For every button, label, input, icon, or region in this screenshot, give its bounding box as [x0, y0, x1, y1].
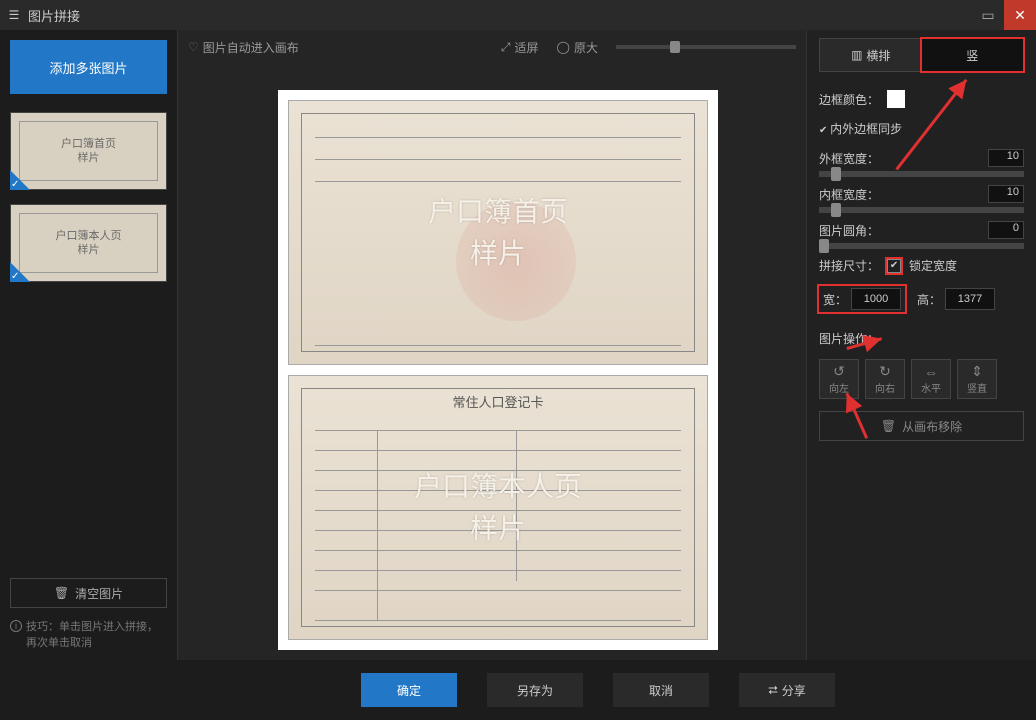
ok-button[interactable]: 确定	[361, 673, 457, 707]
auto-canvas-toggle[interactable]: ♡ 图片自动进入画布	[188, 39, 299, 56]
minimize-button[interactable]: ▭	[972, 0, 1004, 30]
fit-icon: ⤢	[501, 40, 511, 55]
inner-width-value: 10	[988, 185, 1024, 203]
thumbnail-1[interactable]: 户口簿首页 样片	[10, 112, 167, 190]
remove-from-canvas-button[interactable]: 🗑 从画布移除	[819, 411, 1024, 441]
thumbnail-2[interactable]: 户口簿本人页 样片	[10, 204, 167, 282]
flip-v-icon: ⇕	[971, 363, 983, 380]
add-images-button[interactable]: 添加多张图片	[10, 40, 167, 94]
border-sync-checkbox[interactable]: 内外边框同步	[819, 120, 1024, 137]
image-ops-label: 图片操作：	[819, 330, 1024, 347]
border-color-swatch[interactable]	[887, 90, 905, 108]
canvas-image-1[interactable]: 户口簿首页 样片	[288, 100, 708, 365]
canvas[interactable]: 户口簿首页 样片 常住人口登记卡	[278, 90, 718, 650]
columns-icon: ▥	[851, 48, 862, 62]
share-button[interactable]: ⮂ 分享	[739, 673, 835, 707]
flip-h-icon: ⇔	[924, 364, 938, 380]
heart-icon: ♡	[188, 40, 199, 54]
original-size-button[interactable]: ◯ 原大	[557, 39, 598, 56]
radius-value: 0	[988, 221, 1024, 239]
center-toolbar: ♡ 图片自动进入画布 ⤢ 适屏 ◯ 原大	[178, 30, 806, 64]
share-icon: ⮂	[768, 683, 778, 698]
lock-width-label: 锁定宽度	[909, 257, 957, 274]
border-color-row: 边框颜色：	[819, 90, 1024, 108]
canvas-panel: ♡ 图片自动进入画布 ⤢ 适屏 ◯ 原大	[178, 30, 806, 660]
inner-width-slider[interactable]: 内框宽度： 10	[819, 185, 1024, 213]
app-icon: ☰	[6, 7, 22, 23]
layout-buttons: ▥ 横排 竖	[819, 38, 1024, 72]
trash-icon: 🗑	[54, 586, 69, 600]
save-as-button[interactable]: 另存为	[487, 673, 583, 707]
clear-images-button[interactable]: 🗑 清空图片	[10, 578, 167, 608]
thumbnail-2-label: 户口簿本人页 样片	[56, 229, 122, 258]
info-icon: i	[10, 620, 22, 632]
width-label: 宽：	[823, 291, 847, 308]
left-panel: 添加多张图片 户口簿首页 样片 户口簿本人页 样片 🗑 清空图片 i 技巧：单击…	[0, 30, 178, 660]
border-color-label: 边框颜色：	[819, 91, 879, 108]
window-title: 图片拼接	[28, 6, 80, 25]
radius-slider[interactable]: 图片圆角： 0	[819, 221, 1024, 249]
tip-text: i 技巧：单击图片进入拼接，再次单击取消	[10, 618, 167, 650]
rotate-right-icon: ↻	[879, 363, 891, 380]
height-label: 高：	[917, 291, 941, 308]
width-input[interactable]	[851, 288, 901, 310]
ops-buttons: ↺向左 ↻向右 ⇔水平 ⇕竖直	[819, 359, 1024, 399]
layout-vertical-button[interactable]: 竖	[922, 39, 1024, 71]
rotate-left-icon: ↺	[833, 363, 845, 380]
trash-icon: 🗑	[881, 419, 896, 433]
cancel-button[interactable]: 取消	[613, 673, 709, 707]
right-panel: ▥ 横排 竖 边框颜色： 内外边框同步 外框宽度： 10 内框宽度： 10	[806, 30, 1036, 660]
footer: 确定 另存为 取消 ⮂ 分享	[0, 660, 1036, 720]
canvas-image-1-overlay: 户口簿首页 样片	[428, 191, 568, 275]
thumbnail-1-label: 户口簿首页 样片	[61, 137, 116, 166]
stitch-size-row: 拼接尺寸： ✔ 锁定宽度	[819, 257, 1024, 274]
checkmark-icon	[10, 170, 30, 190]
canvas-image-2[interactable]: 常住人口登记卡 户口簿本人页 样片	[288, 375, 708, 640]
height-input[interactable]	[945, 288, 995, 310]
checkmark-icon	[10, 262, 30, 282]
canvas-image-2-title: 常住人口登记卡	[289, 392, 707, 411]
clear-images-label: 清空图片	[75, 585, 123, 602]
layout-horizontal-button[interactable]: ▥ 横排	[820, 39, 922, 71]
titlebar: ☰ 图片拼接 ▭ ✕	[0, 0, 1036, 30]
rotate-right-button[interactable]: ↻向右	[865, 359, 905, 399]
zoom-slider[interactable]	[616, 45, 796, 49]
close-button[interactable]: ✕	[1004, 0, 1036, 30]
stitch-size-label: 拼接尺寸：	[819, 257, 879, 274]
flip-h-button[interactable]: ⇔水平	[911, 359, 951, 399]
fit-screen-button[interactable]: ⤢ 适屏	[501, 39, 539, 56]
original-icon: ◯	[557, 40, 570, 54]
outer-width-value: 10	[988, 149, 1024, 167]
outer-width-slider[interactable]: 外框宽度： 10	[819, 149, 1024, 177]
canvas-image-2-overlay: 户口簿本人页 样片	[414, 466, 582, 550]
flip-v-button[interactable]: ⇕竖直	[957, 359, 997, 399]
lock-width-checkbox[interactable]: ✔	[887, 259, 901, 273]
rotate-left-button[interactable]: ↺向左	[819, 359, 859, 399]
